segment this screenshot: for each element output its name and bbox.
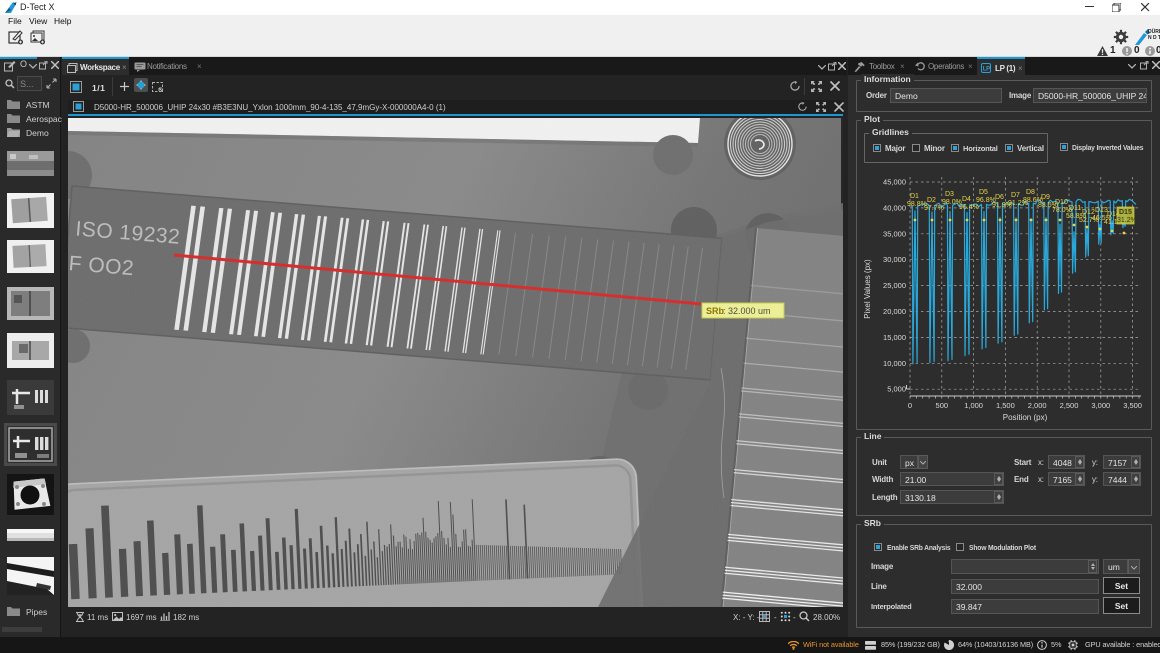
svg-text:45,000: 45,000: [883, 178, 906, 187]
svg-text:D7: D7: [1011, 192, 1020, 199]
svg-text:D10: D10: [1055, 199, 1068, 206]
svg-text:3,000: 3,000: [1091, 401, 1110, 410]
svg-text:D13: D13: [1095, 207, 1108, 214]
svg-text:D6: D6: [995, 194, 1004, 201]
svg-text:1,500: 1,500: [996, 401, 1015, 410]
svg-text:96.4%: 96.4%: [959, 204, 979, 211]
svg-text:97.7%: 97.7%: [924, 205, 944, 212]
svg-text:20,000: 20,000: [883, 307, 906, 316]
svg-text:LP: LP: [983, 67, 990, 73]
svg-text:5,000: 5,000: [887, 385, 906, 394]
svg-text:D9: D9: [1041, 194, 1050, 201]
svg-text:15,000: 15,000: [883, 333, 906, 342]
svg-text:D5: D5: [979, 189, 988, 196]
svg-text:2,500: 2,500: [1060, 401, 1079, 410]
svg-text:D15: D15: [1119, 209, 1132, 216]
svg-text:D3: D3: [945, 191, 954, 198]
svg-text:Pixel Values (px): Pixel Values (px): [863, 259, 872, 319]
svg-text:10,000: 10,000: [883, 359, 906, 368]
svg-text:31.2%: 31.2%: [1117, 217, 1137, 224]
svg-text:3,500: 3,500: [1123, 401, 1142, 410]
svg-text:D4: D4: [962, 196, 971, 203]
svg-text:D11: D11: [1069, 205, 1081, 212]
svg-text:D8: D8: [1026, 189, 1035, 196]
svg-text:D2: D2: [927, 197, 936, 204]
svg-text:2,000: 2,000: [1028, 401, 1047, 410]
svg-text:Position (px): Position (px): [1003, 413, 1048, 422]
svg-text:35,000: 35,000: [883, 229, 906, 238]
svg-text:500: 500: [936, 401, 949, 410]
svg-text:30,000: 30,000: [883, 255, 906, 264]
svg-text:0: 0: [908, 401, 912, 410]
svg-text:1,000: 1,000: [964, 401, 983, 410]
svg-text:25,000: 25,000: [883, 281, 906, 290]
svg-text:40,000: 40,000: [883, 203, 906, 212]
svg-text:D1: D1: [910, 193, 919, 200]
